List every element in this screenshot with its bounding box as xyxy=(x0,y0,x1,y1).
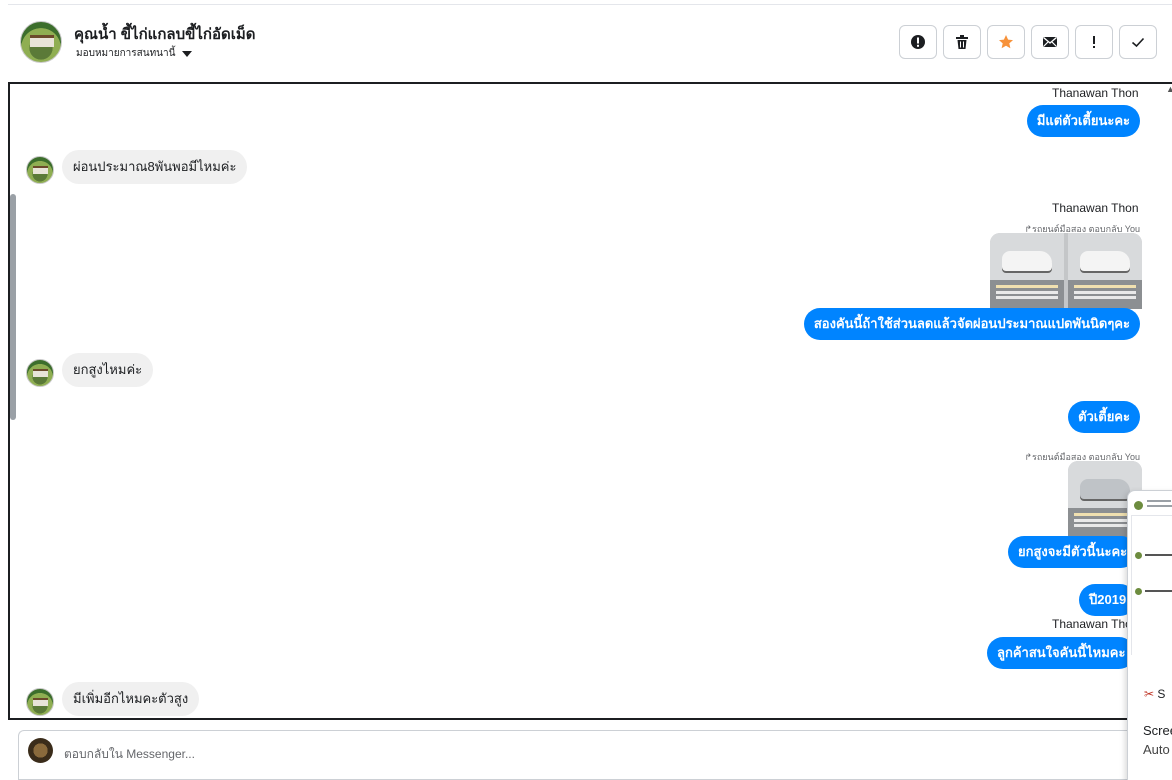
popup-title: Scree xyxy=(1143,723,1172,738)
page-avatar xyxy=(28,738,53,763)
envelope-icon xyxy=(1043,36,1057,47)
message-thread[interactable]: Thanawan Thon มีแต่ตัวเตี้ยนะคะ ผ่อนประม… xyxy=(8,82,1172,720)
mini-text-line xyxy=(1147,500,1171,502)
exclamation-circle-icon xyxy=(911,35,925,49)
star-button[interactable] xyxy=(987,25,1025,59)
outgoing-message[interactable]: มีแต่ตัวเตี้ยนะคะ xyxy=(1026,105,1140,137)
snip-icon: ✂ xyxy=(1144,687,1155,701)
car-photo xyxy=(1068,233,1142,309)
done-button[interactable] xyxy=(1119,25,1157,59)
exclamation-icon xyxy=(1093,36,1095,48)
mark-unread-button[interactable] xyxy=(1031,25,1069,59)
outgoing-message[interactable]: ลูกค้าสนใจคันนี้ไหมคะ xyxy=(987,637,1136,669)
outgoing-message[interactable]: ตัวเตี้ยคะ xyxy=(1068,401,1140,433)
spam-button[interactable] xyxy=(899,25,937,59)
scroll-up-arrow-icon[interactable]: ▲ xyxy=(1166,84,1172,94)
conversation-header: คุณน้ำ ขี้ไก่แกลบขี้ไก่อัดเม็ด มอบหมายกา… xyxy=(8,4,1172,80)
popup-subtitle: Auto xyxy=(1143,742,1170,757)
assign-conversation-dropdown[interactable]: มอบหมายการสนทนานี้ xyxy=(76,46,193,61)
sender-name: Thanawan Thon xyxy=(1052,617,1139,631)
reply-arrow-icon: ↱ xyxy=(1024,452,1032,462)
incoming-message[interactable]: ผ่อนประมาณ8พันพอมีไหมค่ะ xyxy=(62,150,248,184)
mini-text-line xyxy=(1145,590,1172,592)
caret-down-icon xyxy=(182,50,193,57)
reply-input-placeholder[interactable]: ตอบกลับใน Messenger... xyxy=(64,745,195,764)
sender-name: Thanawan Thon xyxy=(1052,201,1139,215)
check-icon xyxy=(1131,37,1145,48)
star-icon xyxy=(999,35,1013,49)
contact-avatar-small xyxy=(26,156,54,184)
inbox-conversation-view: คุณน้ำ ขี้ไก่แกลบขี้ไก่อัดเม็ด มอบหมายกา… xyxy=(0,0,1172,780)
car-photo-attachment[interactable] xyxy=(990,233,1142,309)
contact-avatar-small xyxy=(26,688,54,716)
assign-label: มอบหมายการสนทนานี้ xyxy=(76,48,176,59)
mini-avatar xyxy=(1135,552,1142,559)
left-scrollbar[interactable] xyxy=(10,194,16,420)
trash-icon xyxy=(956,35,968,49)
contact-avatar-small xyxy=(26,359,54,387)
screenshot-popup-panel[interactable]: ✂ S Scree Auto xyxy=(1127,490,1172,780)
snip-tool-row[interactable]: ✂ S xyxy=(1144,687,1165,701)
conversation-toolbar xyxy=(899,25,1157,59)
outgoing-message[interactable]: ยกสูงจะมีตัวนี้นะคะ xyxy=(1008,536,1138,568)
reply-composer[interactable]: ตอบกลับใน Messenger... xyxy=(18,730,1172,780)
mini-text-line xyxy=(1147,505,1172,507)
contact-avatar[interactable] xyxy=(20,21,62,63)
popup-preview xyxy=(1131,515,1172,655)
delete-button[interactable] xyxy=(943,25,981,59)
mini-text-line xyxy=(1145,554,1172,556)
incoming-message[interactable]: ยกสูงไหมค่ะ xyxy=(62,353,154,387)
sender-name: Thanawan Thon xyxy=(1052,86,1139,100)
snip-label: S xyxy=(1157,687,1166,701)
mini-avatar xyxy=(1135,588,1142,595)
mini-avatar xyxy=(1134,501,1143,510)
contact-name[interactable]: คุณน้ำ ขี้ไก่แกลบขี้ไก่อัดเม็ด xyxy=(74,22,256,46)
outgoing-message[interactable]: สองคันนี้ถ้าใช้ส่วนลดแล้วจัดผ่อนประมาณแป… xyxy=(803,308,1140,340)
car-photo xyxy=(990,233,1064,309)
incoming-message[interactable]: มีเพิ่มอีกไหมคะตัวสูง xyxy=(62,682,200,716)
follow-up-button[interactable] xyxy=(1075,25,1113,59)
